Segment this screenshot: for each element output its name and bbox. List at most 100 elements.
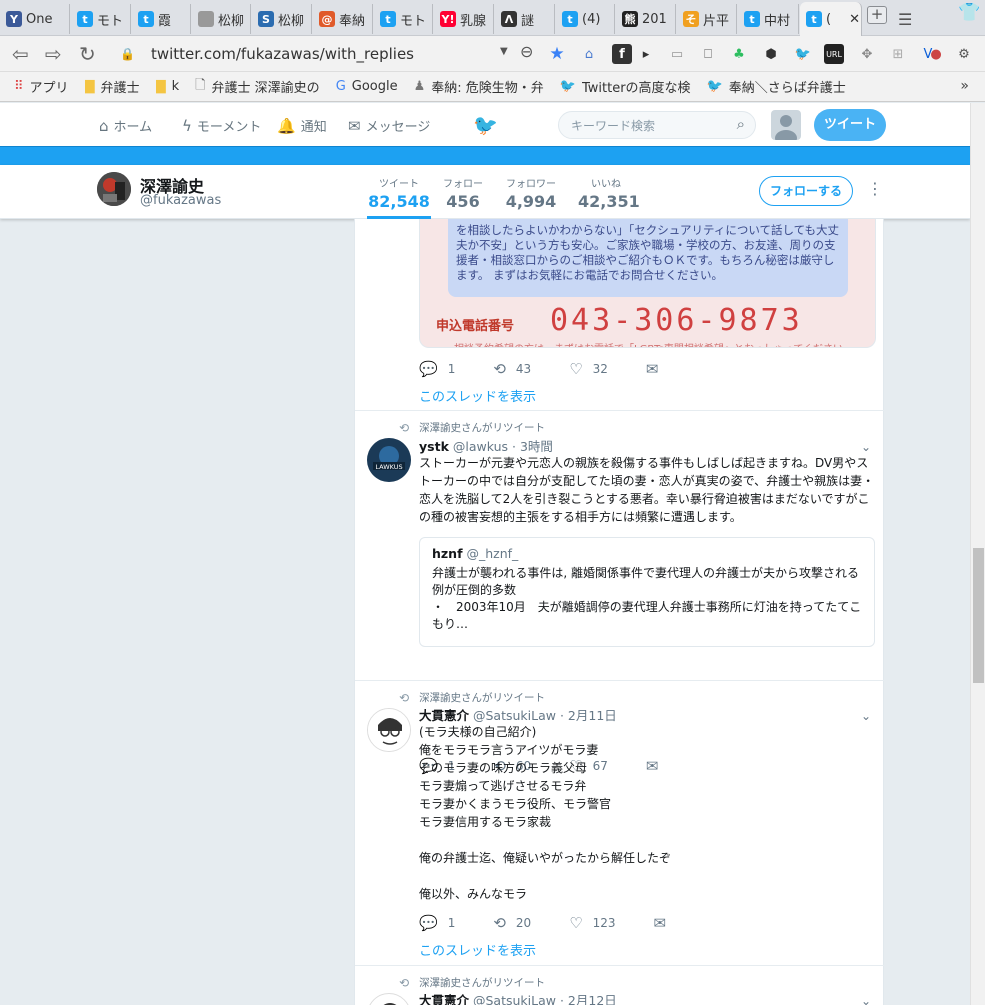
zoom-icon[interactable]: ⊖ — [520, 42, 533, 61]
reload-icon[interactable]: ↻ — [79, 42, 96, 66]
tweet-header: 大貫憲介 @SatsukiLaw · 2月11日 — [419, 705, 617, 724]
author-handle[interactable]: @SatsukiLaw — [473, 993, 556, 1005]
bookmark-item[interactable]: ⠿ アプリ — [14, 77, 69, 96]
nav-home[interactable]: ⌂ ホーム — [99, 116, 152, 136]
shield-icon[interactable]: ⬢ — [761, 44, 781, 64]
page-scrollbar[interactable] — [970, 103, 985, 1005]
chevron-down-icon[interactable]: ⌄ — [861, 440, 871, 454]
like-button[interactable]: ♡ 123 — [569, 914, 615, 932]
browser-tab[interactable]: S 松柳 — [252, 4, 312, 34]
tab-menu-icon[interactable]: ☰ — [898, 10, 912, 29]
more-options-icon[interactable]: ⋮ — [867, 179, 883, 198]
extension-icon[interactable]: ▭ — [667, 44, 687, 64]
settings-icon[interactable]: ⚙ — [954, 44, 974, 64]
stat-likes[interactable]: いいね 42,351 — [578, 175, 640, 211]
twitter-bird-icon[interactable]: 🐦 — [473, 113, 498, 137]
chevron-down-icon[interactable]: ⌄ — [861, 709, 871, 723]
browser-tab[interactable]: t (4) — [556, 4, 615, 34]
bookmark-star-icon[interactable]: ★ — [547, 44, 567, 64]
show-thread-link[interactable]: このスレッドを表示 — [419, 386, 536, 405]
close-tab-icon[interactable]: ✕ — [849, 12, 860, 27]
crosshair-icon[interactable]: ✥ — [857, 44, 877, 64]
bookmark-item[interactable]: ♟ 奉納: 危険生物・弁 — [414, 77, 544, 96]
tweet-avatar[interactable] — [367, 708, 411, 752]
author-name[interactable]: 大貫憲介 — [419, 993, 469, 1005]
user-avatar[interactable] — [771, 110, 801, 140]
profile-avatar[interactable] — [97, 172, 131, 206]
bookmarks-more-icon[interactable]: » — [960, 78, 969, 94]
browser-tab[interactable]: Y! 乳腺 — [434, 4, 494, 34]
profile-icon[interactable]: 👕 — [958, 2, 980, 23]
dropdown-icon[interactable]: ▼ — [500, 46, 508, 57]
bookmark-icon[interactable]: ⎕ — [698, 44, 718, 64]
tweet-time[interactable]: · 2月12日 — [560, 993, 617, 1005]
play-icon[interactable]: ▸ — [640, 44, 652, 64]
tweet-avatar[interactable] — [367, 993, 411, 1005]
profile-handle[interactable]: @fukazawas — [140, 193, 221, 208]
stat-tweets[interactable]: ツイート 82,548 — [367, 175, 431, 219]
back-icon[interactable]: ⇦ — [12, 42, 29, 66]
bookmark-item[interactable]: 🗋 弁護士 深澤諭史の — [195, 76, 320, 98]
chevron-down-icon[interactable]: ⌄ — [861, 994, 871, 1005]
browser-tab[interactable]: Y One — [0, 4, 70, 34]
tweet-time[interactable]: · 3時間 — [512, 439, 553, 454]
browser-tab[interactable]: Λ謎 — [495, 4, 555, 34]
browser-tab[interactable]: t(✕ — [800, 2, 862, 36]
home-icon[interactable]: ⌂ — [579, 44, 599, 64]
twitter-icon[interactable]: 🐦 — [793, 44, 813, 64]
browser-tab[interactable]: そ片平 — [677, 4, 737, 34]
stat-following[interactable]: フォロー 456 — [440, 175, 486, 211]
browser-tab[interactable]: 熊 201 — [616, 4, 676, 34]
author-name[interactable]: 大貫憲介 — [419, 708, 469, 723]
bookmark-item[interactable]: 🐦 Twitterの高度な検 — [560, 77, 691, 96]
author-handle[interactable]: @lawkus — [453, 439, 508, 454]
stat-followers[interactable]: フォロワー 4,994 — [505, 175, 557, 211]
browser-tab[interactable]: @ 奉納 — [313, 4, 373, 34]
show-thread-link[interactable]: このスレッドを表示 — [419, 940, 536, 959]
reply-button[interactable]: 💬 1 — [419, 914, 455, 932]
scrollbar-thumb[interactable] — [973, 548, 984, 683]
tweet-time[interactable]: · 2月11日 — [560, 708, 617, 723]
reply-button[interactable]: 💬 1 — [419, 360, 455, 378]
browser-tab[interactable]: t 中村 — [738, 4, 799, 34]
search-icon[interactable]: ⌕ — [737, 115, 745, 133]
nav-notifications[interactable]: 🔔 通知 — [277, 116, 327, 136]
bookmark-item[interactable]: G Google — [336, 79, 398, 94]
author-name[interactable]: ystk — [419, 439, 449, 454]
puzzle-icon[interactable]: ⊞ — [888, 44, 908, 64]
default-avatar-icon — [775, 115, 797, 140]
avatar-icon[interactable]: ● — [926, 44, 946, 64]
bookmark-item[interactable]: ▇ k — [156, 79, 180, 94]
url-shortener-icon[interactable]: URL — [824, 44, 844, 64]
evernote-icon[interactable]: ♣ — [729, 44, 749, 64]
nav-moments[interactable]: ϟ モーメント — [182, 116, 261, 136]
retweet-button[interactable]: ⟲ 20 — [493, 914, 531, 932]
follow-button[interactable]: フォローする — [759, 176, 853, 206]
envelope-icon: ✉ — [348, 116, 361, 135]
new-tab-button[interactable]: + — [867, 6, 887, 24]
browser-tab[interactable]: t霞 — [132, 4, 191, 34]
tweet-text: ストーカーが元妻や元恋人の親族を殺傷する事件もしばしば起きますね。DV男やストー… — [419, 456, 875, 524]
author-handle[interactable]: @SatsukiLaw — [473, 708, 556, 723]
facebook-icon[interactable]: f — [612, 44, 632, 64]
dm-button[interactable]: ✉ — [646, 360, 669, 378]
tab-label: 奉納 — [339, 13, 366, 29]
retweet-context: ⟲ 深澤諭史さんがリツイート — [399, 690, 546, 705]
browser-tab[interactable]: 松柳 — [192, 4, 251, 34]
bookmark-item[interactable]: ▇ 弁護士 — [85, 77, 140, 96]
bookmark-item[interactable]: 🐦 奉納＼さらば弁護士 — [707, 77, 846, 96]
quote-tweet[interactable]: hznf @_hznf_ 弁護士が襲われる事件は, 離婚関係事件で妻代理人の弁護… — [419, 537, 875, 647]
tweet-avatar[interactable]: LAWKUS — [367, 438, 411, 482]
like-button[interactable]: ♡ 32 — [569, 360, 608, 378]
tweet-button[interactable]: ツイート — [814, 109, 886, 141]
browser-tab[interactable]: t モト — [71, 4, 131, 34]
nav-messages[interactable]: ✉ メッセージ — [348, 116, 430, 136]
browser-tab[interactable]: t モト — [374, 4, 433, 34]
retweet-button[interactable]: ⟲ 43 — [493, 360, 531, 378]
address-bar[interactable]: 🔒 twitter.com/fukazawas/with_replies ▼ ⊖ — [110, 40, 550, 68]
forward-icon[interactable]: ⇨ — [45, 42, 62, 66]
search-input[interactable]: キーワード検索 ⌕ — [558, 111, 756, 139]
dm-button[interactable]: ✉ — [654, 914, 677, 932]
bookmark-label: 弁護士 — [100, 81, 140, 96]
tweet-media-image[interactable]: を相談したらよいかわからない」「セクシュアリティについて話しても大丈夫か不安」と… — [419, 219, 876, 348]
